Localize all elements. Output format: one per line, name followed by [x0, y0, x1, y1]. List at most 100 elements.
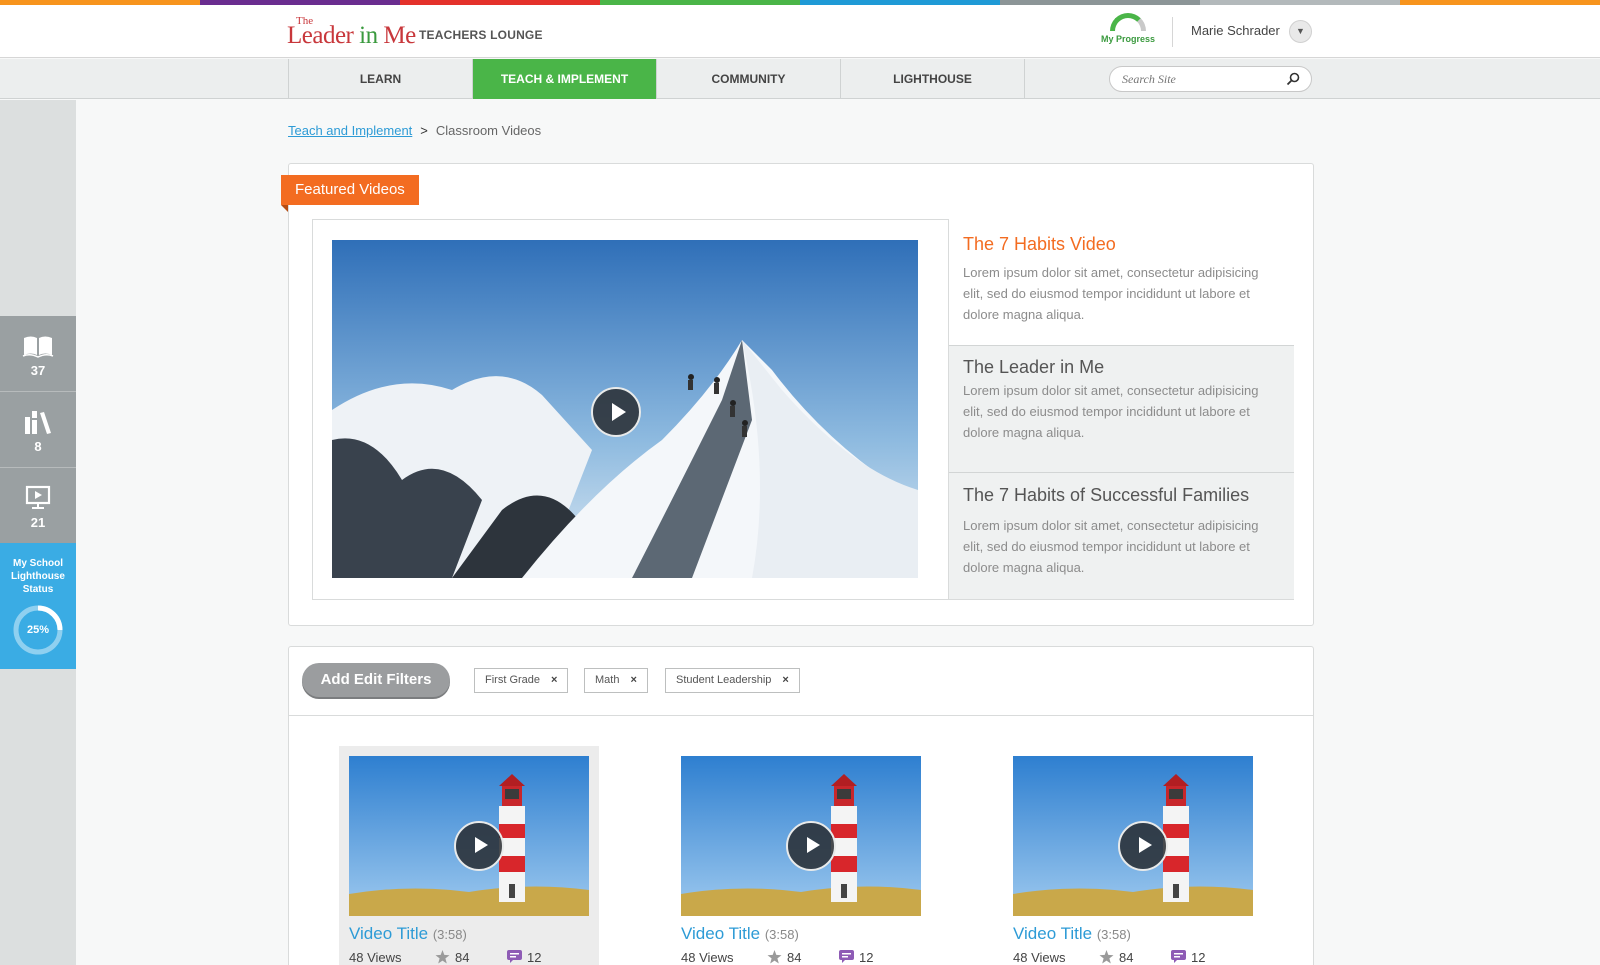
star-icon [767, 950, 782, 964]
sidebar-count: 8 [34, 439, 42, 454]
remove-filter-close-icon[interactable]: × [630, 674, 636, 686]
video-star-count: 84 [787, 950, 802, 965]
site-header: The Leader in Me TEACHERS LOUNGE My Prog… [0, 5, 1600, 58]
user-name[interactable]: Marie Schrader [1191, 23, 1280, 38]
header-divider [1172, 17, 1173, 47]
filter-chip-label: Student Leadership [676, 674, 772, 686]
featured-item-description: Lorem ipsum dolor sit amet, consectetur … [963, 383, 1259, 440]
progress-label: My Progress [1100, 34, 1156, 44]
video-comments: 12 [839, 950, 873, 965]
status-percent: 25% [26, 624, 50, 636]
video-comments: 12 [1171, 950, 1205, 965]
remove-filter-close-icon[interactable]: × [551, 674, 557, 686]
nav-item-community[interactable]: COMMUNITY [657, 59, 841, 99]
filter-chip-first-grade: First Grade × [474, 668, 569, 693]
video-card[interactable]: Video Title (3:58) 48 Views 84 12 [339, 746, 599, 965]
breadcrumb-link-teach-implement[interactable]: Teach and Implement [288, 123, 412, 138]
comment-icon [1171, 950, 1186, 963]
video-views: 48 Views [1013, 950, 1066, 965]
remove-filter-close-icon[interactable]: × [782, 674, 788, 686]
logo-me: Me [383, 22, 416, 49]
lighthouse-status-widget[interactable]: My School Lighthouse Status 25% [0, 543, 76, 669]
ribbon-fold [281, 205, 288, 212]
video-rating: 84 [1099, 950, 1133, 965]
video-comment-count: 12 [1191, 950, 1206, 965]
featured-item-title: The Leader in Me [963, 357, 1105, 377]
main-nav: LEARN TEACH & IMPLEMENT COMMUNITY LIGHTH… [288, 59, 1025, 99]
video-views: 48 Views [349, 950, 402, 965]
video-play-button[interactable] [786, 821, 836, 871]
filter-chip-student-leadership: Student Leadership × [665, 668, 800, 693]
main-nav-bar: LEARN TEACH & IMPLEMENT COMMUNITY LIGHTH… [0, 59, 1600, 99]
featured-item-title: The 7 Habits Video [963, 234, 1116, 254]
featured-item-description: Lorem ipsum dolor sit amet, consectetur … [963, 518, 1259, 575]
video-rating: 84 [435, 950, 469, 965]
sidebar-count: 37 [30, 363, 46, 378]
sidebar-item-books[interactable]: 37 [0, 316, 76, 392]
featured-video-list: The 7 Habits Video Lorem ipsum dolor sit… [948, 219, 1294, 600]
user-menu-chevron-down-icon[interactable]: ▼ [1289, 20, 1312, 43]
video-title-text: Video Title [349, 924, 429, 943]
nav-item-teach-implement[interactable]: TEACH & IMPLEMENT [473, 59, 657, 99]
video-comments: 12 [507, 950, 541, 965]
my-progress[interactable]: My Progress [1100, 13, 1156, 44]
featured-play-button[interactable] [591, 387, 641, 437]
filter-chip-math: Math × [584, 668, 648, 693]
logo-in: in [359, 22, 378, 49]
video-play-button[interactable] [454, 821, 504, 871]
featured-list-item[interactable]: The Leader in Me Lorem ipsum dolor sit a… [949, 345, 1294, 472]
sidebar-item-library[interactable]: 8 [0, 392, 76, 468]
nav-item-learn[interactable]: LEARN [289, 59, 473, 99]
progress-gauge-icon [1110, 13, 1146, 31]
video-duration: (3:58) [1096, 927, 1131, 942]
video-title-text: Video Title [681, 924, 761, 943]
search-box [1109, 66, 1312, 92]
video-thumbnail[interactable] [1013, 756, 1253, 916]
video-title[interactable]: Video Title (3:58) [681, 924, 799, 944]
featured-item-title: The 7 Habits of Successful Families [963, 485, 1250, 505]
video-card[interactable]: Video Title (3:58) 48 Views 84 12 [1003, 746, 1263, 965]
featured-list-item[interactable]: The 7 Habits of Successful Families Lore… [949, 472, 1294, 599]
video-comment-count: 12 [527, 950, 542, 965]
video-title[interactable]: Video Title (3:58) [349, 924, 467, 944]
video-card[interactable]: Video Title (3:58) 48 Views 84 12 [671, 746, 931, 965]
video-thumbnail[interactable] [349, 756, 589, 916]
comment-icon [507, 950, 522, 963]
star-icon [1099, 950, 1114, 964]
logo-wordmark: Leader in Me [287, 22, 416, 50]
video-comment-count: 12 [859, 950, 874, 965]
featured-item-description: Lorem ipsum dolor sit amet, consectetur … [963, 265, 1259, 322]
video-rating: 84 [767, 950, 801, 965]
search-input[interactable] [1122, 72, 1282, 87]
breadcrumb-current: Classroom Videos [435, 123, 542, 138]
video-play-button[interactable] [1118, 821, 1168, 871]
add-edit-filters-button[interactable]: Add Edit Filters [302, 663, 450, 697]
section-title: TEACHERS LOUNGE [419, 28, 543, 42]
monitor-icon [25, 485, 51, 509]
featured-list-item[interactable]: The 7 Habits Video Lorem ipsum dolor sit… [949, 219, 1294, 345]
breadcrumb-separator: > [420, 123, 428, 138]
status-title-line: Status [22, 584, 54, 595]
video-duration: (3:58) [432, 927, 467, 942]
book-icon [22, 336, 54, 358]
breadcrumb: Teach and Implement > Classroom Videos [288, 123, 541, 138]
star-icon [435, 950, 450, 964]
featured-ribbon: Featured Videos [281, 175, 419, 205]
filter-chip-label: Math [595, 674, 620, 686]
video-star-count: 84 [1119, 950, 1134, 965]
video-title[interactable]: Video Title (3:58) [1013, 924, 1131, 944]
sidebar-item-videos[interactable]: 21 [0, 468, 76, 544]
status-title-line: Lighthouse [11, 571, 65, 582]
video-duration: (3:58) [764, 927, 799, 942]
video-star-count: 84 [455, 950, 470, 965]
left-sidebar: 37 8 21 My School Lighthouse Status 25% [0, 100, 76, 965]
search-icon[interactable] [1286, 72, 1300, 86]
status-progress-ring: 25% [12, 604, 64, 656]
status-title: My School Lighthouse Status [0, 543, 76, 596]
status-title-line: My School [12, 558, 63, 569]
sidebar-count: 21 [30, 515, 46, 530]
video-views: 48 Views [681, 950, 734, 965]
comment-icon [839, 950, 854, 963]
nav-item-lighthouse[interactable]: LIGHTHOUSE [841, 59, 1025, 99]
video-thumbnail[interactable] [681, 756, 921, 916]
